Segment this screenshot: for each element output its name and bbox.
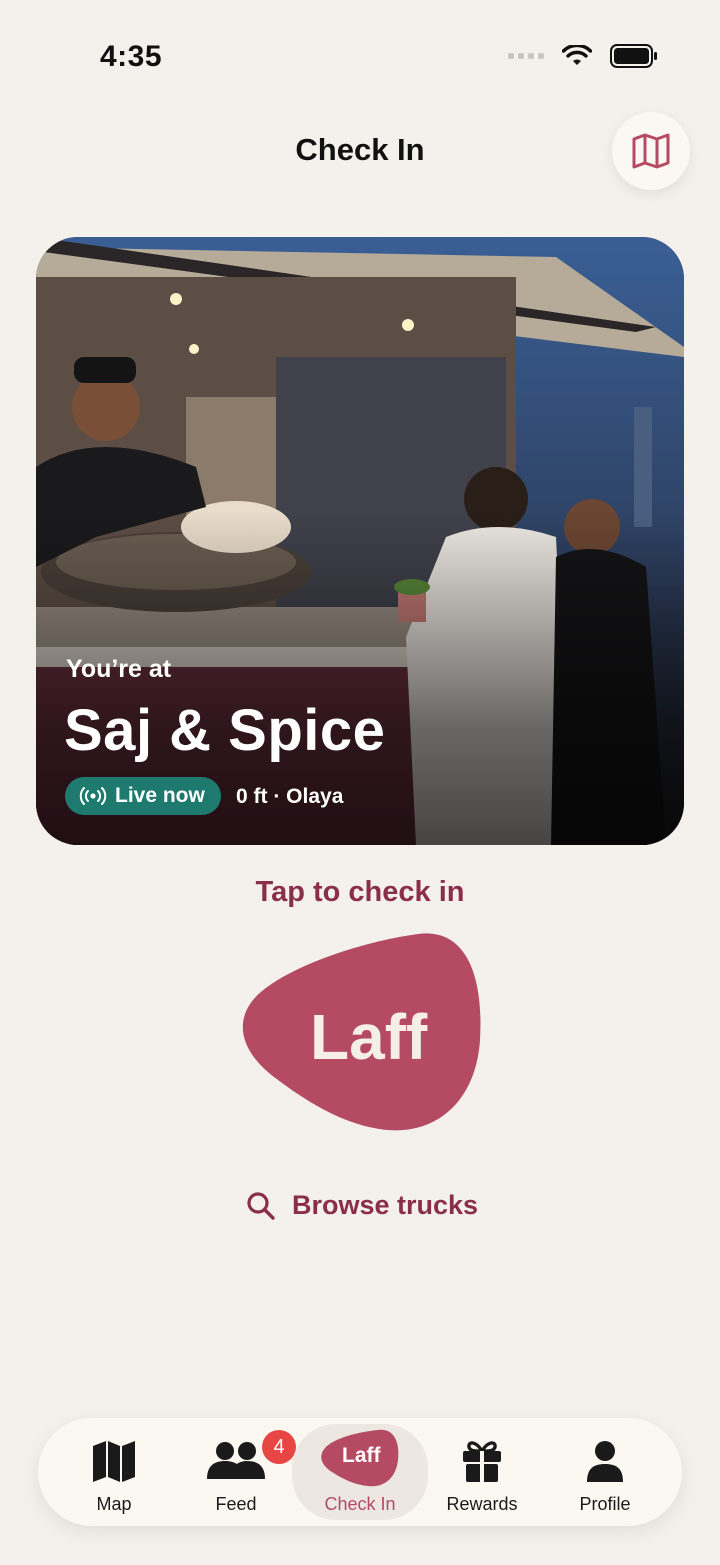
cellular-signal-icon xyxy=(508,53,544,59)
map-icon xyxy=(632,133,670,169)
check-in-button-label: Laff xyxy=(310,1001,428,1073)
people-icon xyxy=(207,1442,265,1479)
tab-label: Check In xyxy=(324,1494,396,1514)
person-icon xyxy=(587,1441,623,1482)
laff-logo-icon: Laff xyxy=(320,1428,400,1488)
wifi-icon xyxy=(562,45,592,65)
tap-to-check-in-label: Tap to check in xyxy=(255,876,465,908)
status-time: 4:35 xyxy=(100,40,163,73)
tab-label: Profile xyxy=(579,1494,631,1514)
broadcast-icon xyxy=(79,787,107,805)
tab-map[interactable]: Map xyxy=(54,1418,174,1526)
truck-name: Saj & Spice xyxy=(64,698,386,763)
current-truck-card[interactable]: You’re at Saj & Spice Live now 0 ft · Ol… xyxy=(36,237,684,845)
tab-label: Feed xyxy=(215,1494,257,1514)
bottom-tab-bar: Map Feed 4 Laff Check In Rewards Profile xyxy=(38,1418,682,1526)
live-label: Live now xyxy=(115,784,205,807)
battery-icon xyxy=(610,44,657,68)
truck-distance: 0 ft · Olaya xyxy=(236,785,344,808)
tab-rewards[interactable]: Rewards xyxy=(422,1418,542,1526)
location-subtitle: You’re at xyxy=(66,655,172,683)
browse-trucks-link[interactable]: Browse trucks xyxy=(246,1190,478,1221)
tab-profile[interactable]: Profile xyxy=(545,1418,665,1526)
tab-label: Rewards xyxy=(446,1494,518,1514)
tab-check-in[interactable]: Laff Check In xyxy=(292,1424,428,1520)
map-button[interactable] xyxy=(612,112,690,190)
browse-trucks-label: Browse trucks xyxy=(292,1190,479,1220)
tab-label: Map xyxy=(96,1494,132,1514)
status-icons xyxy=(508,44,658,68)
gift-icon xyxy=(463,1441,501,1482)
map-icon xyxy=(93,1441,135,1482)
search-icon xyxy=(247,1191,275,1220)
feed-notification-badge: 4 xyxy=(262,1430,296,1464)
laff-logo-text: Laff xyxy=(342,1444,381,1467)
live-status-badge: Live now xyxy=(65,777,221,815)
